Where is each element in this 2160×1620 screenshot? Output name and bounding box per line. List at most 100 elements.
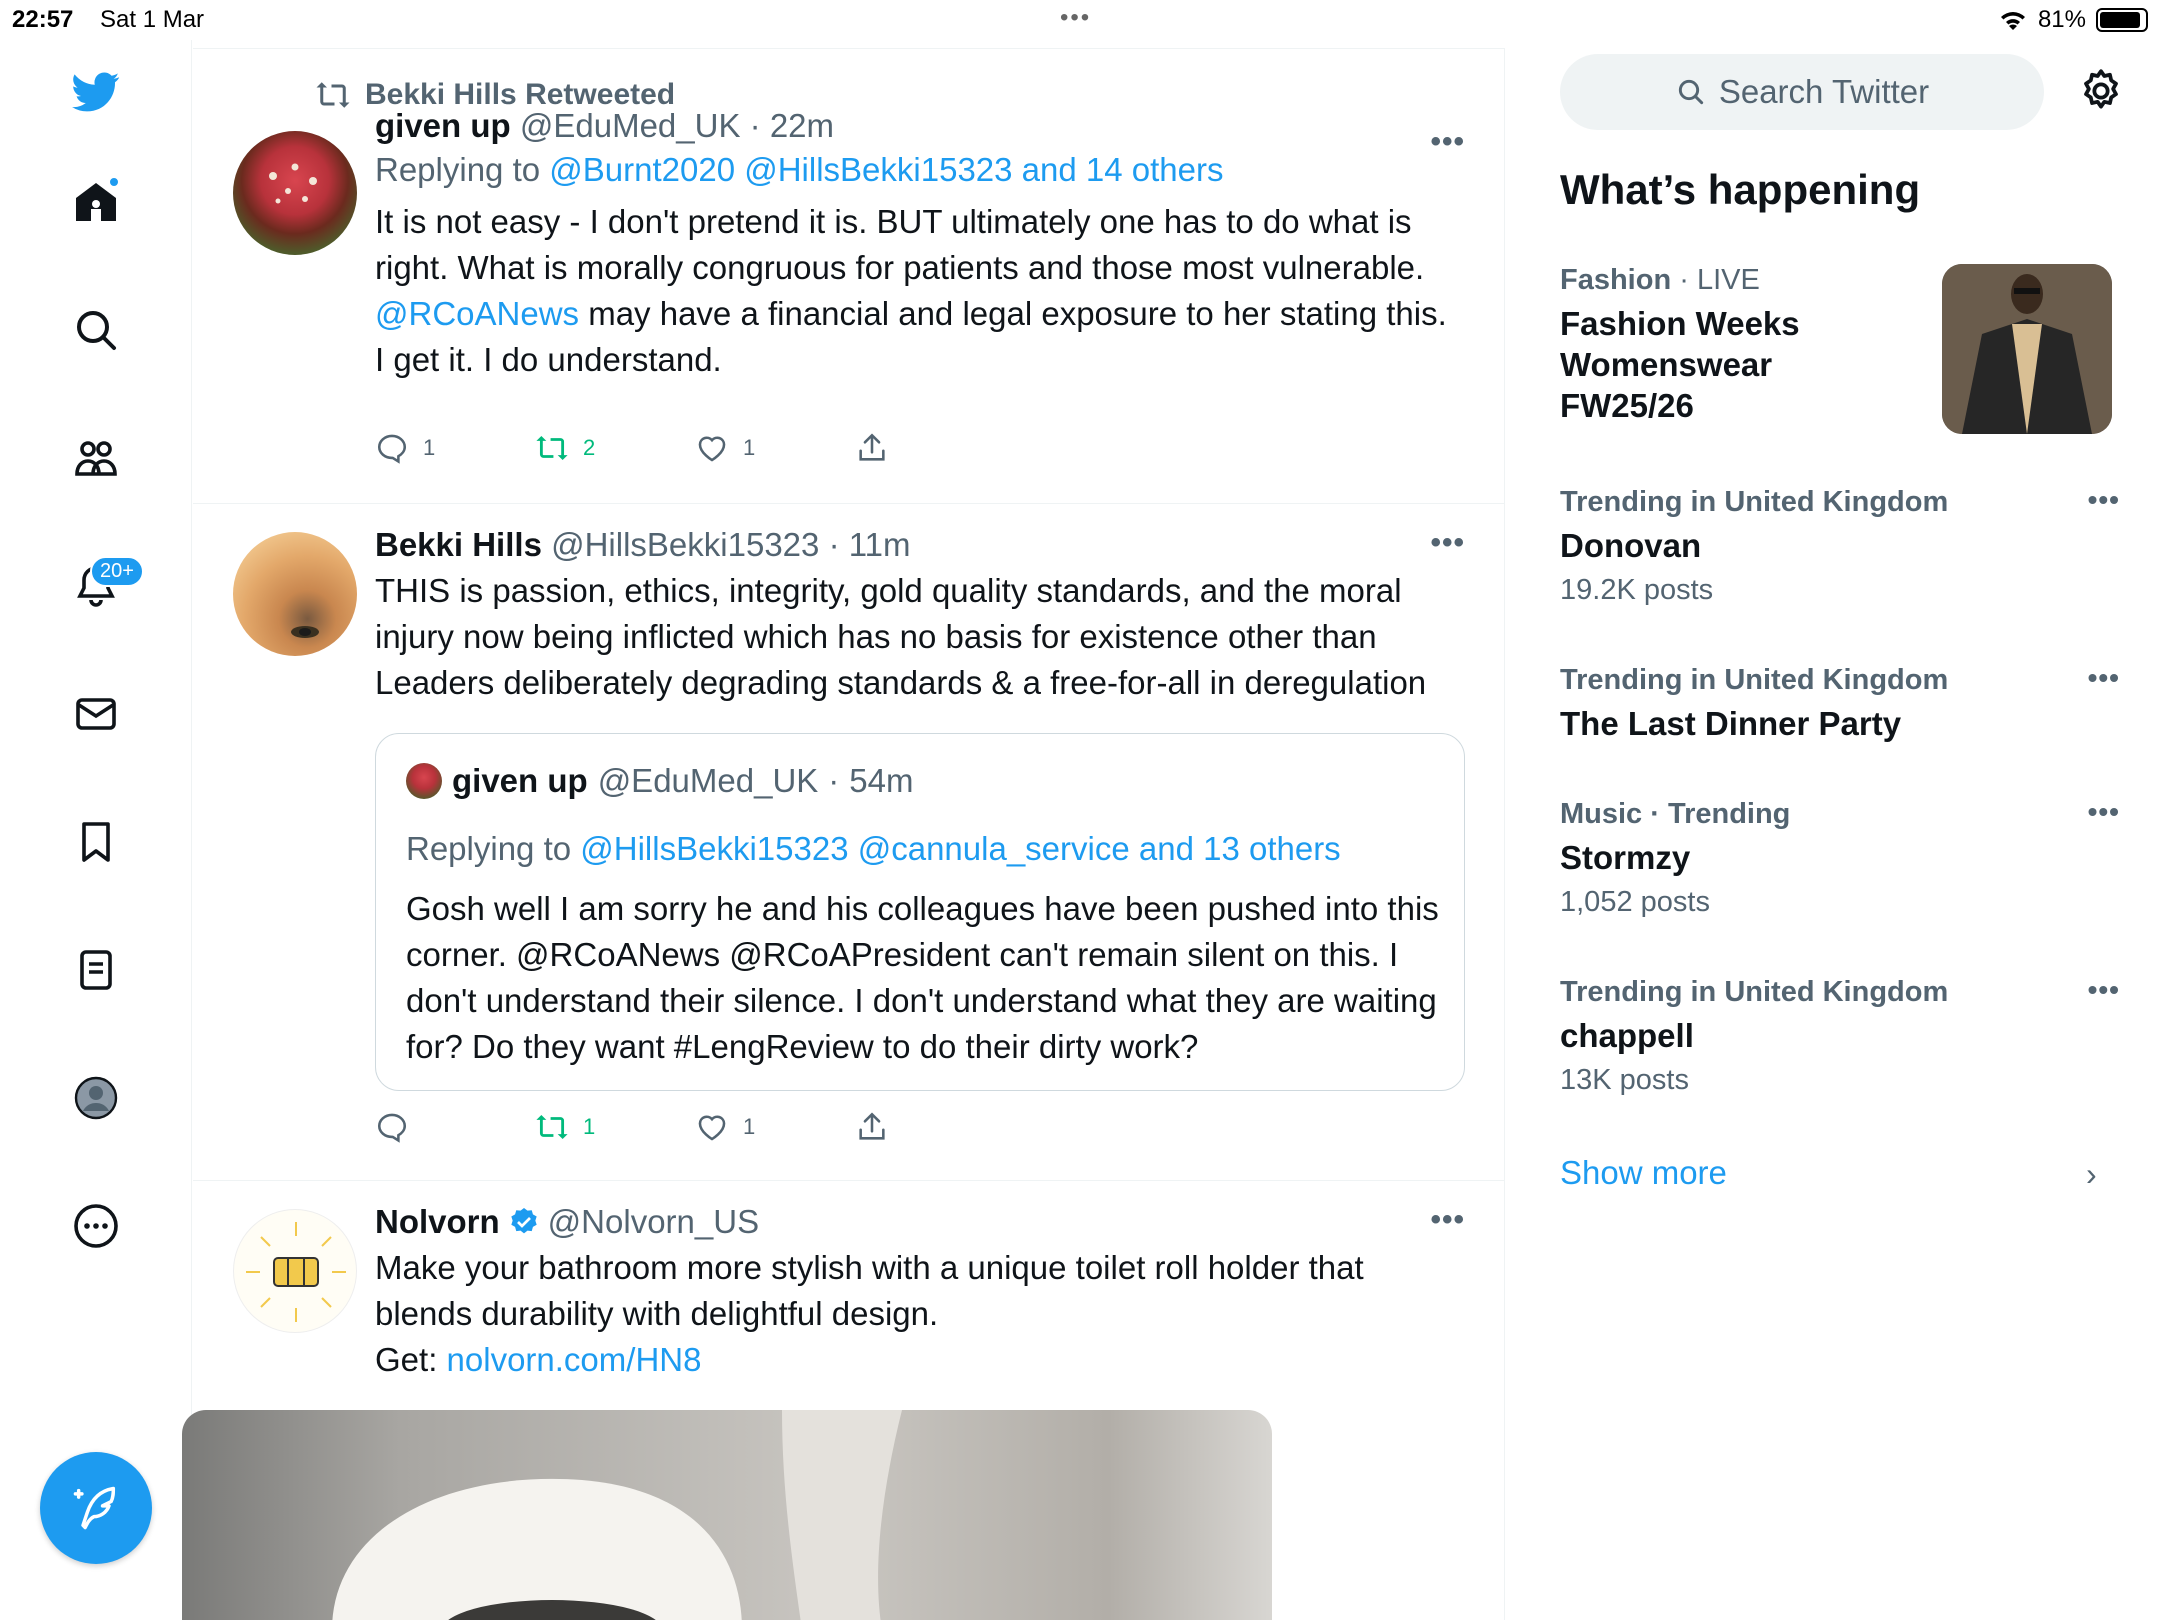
chevron-right-icon: › (2086, 1156, 2097, 1192)
reply-icon (377, 434, 407, 464)
nav-communities[interactable] (66, 428, 126, 488)
trend-more-button[interactable]: ••• (2088, 484, 2120, 516)
face-avatar-icon (291, 626, 319, 638)
compose-tweet-button[interactable] (40, 1452, 152, 1564)
author-name[interactable]: Nolvorn (375, 1203, 500, 1241)
verified-badge-icon (511, 1208, 537, 1234)
separator: · (828, 526, 849, 563)
trend-category: Fashion · LIVE (1560, 264, 1760, 296)
tweet-body: given up @EduMed_UK · 22m Replying to @B… (375, 107, 1465, 383)
search-placeholder: Search Twitter (1718, 73, 1930, 110)
mention-link[interactable]: @RCoANews (375, 295, 579, 332)
lists-icon (80, 950, 112, 990)
author-handle[interactable]: @Nolvorn_US (548, 1203, 759, 1241)
trend-item[interactable]: Fashion · LIVE Fashion Weeks Womenswear … (1560, 264, 1940, 426)
twitter-logo-icon[interactable] (66, 62, 126, 122)
bookmarks-icon (82, 822, 110, 862)
trend-title: chappell (1560, 1017, 1694, 1054)
trend-more-button[interactable]: ••• (2088, 974, 2120, 1006)
nav-profile[interactable] (66, 1068, 126, 1128)
tweet-text: It is not easy - I don't pretend it is. … (375, 199, 1465, 383)
nolvorn-logo-icon (246, 1222, 346, 1322)
fashion-model-image-icon (1942, 264, 2112, 434)
author-name[interactable]: Bekki Hills (375, 526, 542, 563)
reply-button[interactable] (375, 1110, 535, 1144)
trend-title: Fashion Weeks Womenswear FW25/26 (1560, 303, 1940, 426)
tweet-time[interactable]: 22m (770, 107, 834, 144)
nav-bookmarks[interactable] (66, 812, 126, 872)
retweet-count: 1 (583, 1114, 596, 1139)
promo-link[interactable]: nolvorn.com/HN8 (447, 1341, 702, 1378)
reply-icon (377, 1113, 407, 1143)
quoted-tweet-time: 54m (849, 762, 914, 799)
tweet-body: Bekki Hills @HillsBekki15323 · 11m THIS … (375, 526, 1465, 706)
author-handle[interactable]: @EduMed_UK (520, 107, 741, 144)
trend-category: Trending in United Kingdom (1560, 976, 1949, 1008)
status-date: Sat 1 Mar (100, 6, 205, 33)
trend-more-button[interactable]: ••• (2088, 796, 2120, 828)
trend-post-count: 19.2K posts (1560, 574, 1714, 606)
tweet-header: given up @EduMed_UK · 22m (375, 107, 1465, 145)
avatar[interactable] (233, 131, 357, 255)
replying-to-links[interactable]: @Burnt2020 @HillsBekki15323 and 14 other… (549, 151, 1223, 188)
tweet-actions: 1 1 (375, 1110, 1015, 1144)
retweet-button[interactable]: 1 (535, 1110, 695, 1144)
battery-percent: 81% (2037, 6, 2086, 33)
notifications-badge: 20+ (90, 556, 144, 587)
tweet-more-button[interactable]: ••• (1430, 526, 1465, 560)
trend-thumbnail-image[interactable] (1942, 264, 2112, 434)
avatar[interactable] (233, 532, 357, 656)
avatar[interactable] (233, 1209, 357, 1333)
tweet-more-button[interactable]: ••• (1430, 1203, 1465, 1237)
trend-more-button[interactable]: ••• (2088, 662, 2120, 694)
trend-category: Music · Trending (1560, 798, 1791, 830)
tweet-time[interactable]: 11m (849, 526, 911, 563)
trend-title-line: Womenswear (1560, 346, 1773, 383)
trend-title: Donovan (1560, 527, 1702, 564)
show-more-link[interactable]: Show more (1560, 1154, 1727, 1192)
trend-item[interactable]: Trending in United Kingdom chappell 13K … (1560, 974, 2120, 1097)
author-handle[interactable]: @HillsBekki15323 (551, 526, 819, 563)
search-input[interactable]: Search Twitter (1560, 54, 2044, 130)
share-button[interactable] (855, 1110, 1015, 1144)
nav-explore[interactable] (66, 300, 126, 360)
trend-title: The Last Dinner Party (1560, 705, 1902, 742)
trend-item[interactable]: Trending in United Kingdom Donovan 19.2K… (1560, 484, 2120, 607)
nav-messages[interactable] (66, 684, 126, 744)
replying-to-links[interactable]: @HillsBekki15323 @cannula_service and 13… (580, 830, 1340, 867)
trend-title: Stormzy (1560, 839, 1691, 876)
separator: · (749, 107, 770, 144)
quoted-author-name: given up (452, 762, 588, 799)
profile-icon (74, 1076, 118, 1120)
author-name[interactable]: given up (375, 107, 511, 144)
retweet-count: 2 (583, 435, 596, 460)
trend-item[interactable]: Trending in United Kingdom The Last Dinn… (1560, 662, 2120, 744)
tweet[interactable]: Bekki Hills @HillsBekki15323 · 11m THIS … (193, 504, 1505, 1181)
like-button[interactable]: 1 (695, 1110, 855, 1144)
tweet-actions: 1 2 1 (375, 431, 1015, 465)
reply-button[interactable]: 1 (375, 431, 535, 465)
retweet-button[interactable]: 2 (535, 431, 695, 465)
settings-gear-icon[interactable] (2076, 66, 2126, 116)
tweet-more-button[interactable]: ••• (1430, 125, 1465, 159)
promo-media-image[interactable] (182, 1410, 1272, 1620)
nav-notifications[interactable]: 20+ (66, 556, 144, 616)
tweet[interactable]: Bekki Hills Retweeted given up @EduMed_U… (193, 49, 1505, 504)
nav-lists[interactable] (66, 940, 126, 1000)
like-button[interactable]: 1 (695, 431, 855, 465)
retweet-icon (536, 1114, 568, 1140)
nav-home[interactable] (66, 172, 126, 232)
mushroom-avatar-icon (269, 163, 317, 204)
retweet-icon (536, 435, 568, 461)
multitasking-handle[interactable]: ••• (1060, 4, 1091, 32)
quoted-tweet[interactable]: given up @EduMed_UK · 54m Replying to @H… (375, 733, 1465, 1091)
tweet-text: Make your bathroom more stylish with a u… (375, 1249, 1364, 1332)
tweet-header: Nolvorn @Nolvorn_US (375, 1203, 1465, 1241)
trend-item[interactable]: Music · Trending Stormzy 1,052 posts ••• (1560, 796, 2120, 919)
timeline: Bekki Hills Retweeted given up @EduMed_U… (193, 48, 1505, 1620)
share-button[interactable] (855, 431, 1015, 465)
search-icon (77, 311, 116, 350)
separator: · (828, 762, 840, 799)
trend-post-count: 13K posts (1560, 1064, 1689, 1096)
nav-more[interactable] (66, 1196, 126, 1256)
